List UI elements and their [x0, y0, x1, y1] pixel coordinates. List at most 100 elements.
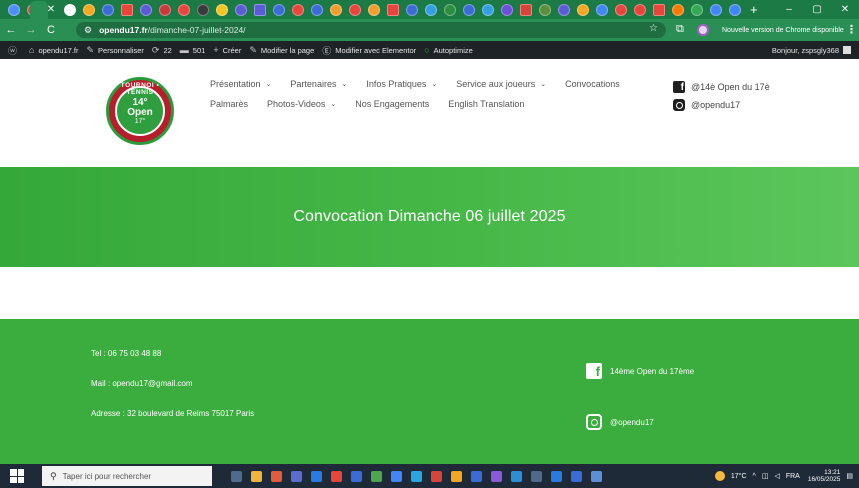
tab-favicon[interactable] [234, 3, 247, 16]
menu-item[interactable]: Nos Engagements [355, 99, 429, 109]
tab-favicon[interactable] [633, 3, 646, 16]
menu-item[interactable]: Infos Pratiques ⌄ [366, 79, 437, 89]
taskbar-app-icon[interactable] [590, 470, 602, 482]
tab-close-icon[interactable]: ✕ [45, 4, 57, 15]
tab-favicon[interactable] [196, 3, 209, 16]
volume-icon[interactable]: ◁ [774, 472, 779, 480]
taskbar-app-icon[interactable] [510, 470, 522, 482]
taskbar-app-icon[interactable] [310, 470, 322, 482]
clock[interactable]: 13:21 16/05/2025 [808, 469, 841, 484]
taskbar-app-icon[interactable] [410, 470, 422, 482]
taskbar-app-icon[interactable] [470, 470, 482, 482]
tab-favicon[interactable] [690, 3, 703, 16]
tab-favicon[interactable] [329, 3, 342, 16]
tab-favicon[interactable] [272, 3, 285, 16]
network-icon[interactable]: ◫ [762, 472, 769, 480]
tab-favicon[interactable] [652, 3, 665, 16]
tab-favicon[interactable] [215, 3, 228, 16]
tab-favicon[interactable] [101, 3, 114, 16]
tab-favicon[interactable] [538, 3, 551, 16]
taskbar-app-icon[interactable] [390, 470, 402, 482]
tab-favicon[interactable] [120, 3, 133, 16]
taskbar-app-icon[interactable] [370, 470, 382, 482]
minimize-button[interactable]: – [775, 4, 803, 15]
taskbar-app-icon[interactable] [430, 470, 442, 482]
menu-item[interactable]: Service aux joueurs ⌄ [456, 79, 546, 89]
admin-bar-item[interactable]: ⌂ opendu17.fr [29, 45, 78, 55]
tab-menu-icon[interactable] [7, 3, 20, 16]
reload-icon[interactable]: C [42, 24, 60, 36]
tab-favicon[interactable] [386, 3, 399, 16]
tab-favicon[interactable] [424, 3, 437, 16]
tab-favicon[interactable] [576, 3, 589, 16]
taskbar-app-icon[interactable] [250, 470, 262, 482]
tab-favicon[interactable] [367, 3, 380, 16]
taskbar-app-icon[interactable] [350, 470, 362, 482]
taskbar-app-icon[interactable] [290, 470, 302, 482]
back-arrow-icon[interactable]: ← [2, 24, 20, 36]
taskbar-app-icon[interactable] [530, 470, 542, 482]
weather-temperature[interactable]: 17°C [731, 473, 747, 480]
admin-account[interactable]: Bonjour, zspsgly368 [772, 41, 851, 59]
tab-favicon[interactable] [405, 3, 418, 16]
maximize-button[interactable]: ▢ [803, 4, 831, 15]
header-facebook-link[interactable]: f @14è Open du 17è [673, 78, 770, 96]
admin-bar-item[interactable]: ▬ 501 [180, 45, 206, 55]
tab-favicon[interactable] [481, 3, 494, 16]
tab-favicon[interactable] [443, 3, 456, 16]
taskbar-app-icon[interactable] [450, 470, 462, 482]
tab-favicon[interactable] [709, 3, 722, 16]
footer-instagram-link[interactable]: @opendu17 [586, 414, 654, 430]
site-info-icon[interactable]: ⚙ [84, 25, 92, 36]
tab-favicon[interactable] [557, 3, 570, 16]
tab-favicon[interactable] [671, 3, 684, 16]
windows-start-icon[interactable] [10, 469, 24, 483]
admin-bar-item[interactable]: ⓦ [8, 44, 21, 57]
menu-item[interactable]: Convocations [565, 79, 620, 89]
tab-favicon[interactable] [728, 3, 741, 16]
admin-bar-item[interactable]: ⟳ 22 [152, 45, 172, 56]
tab-favicon[interactable] [462, 3, 475, 16]
tray-chevron-up-icon[interactable]: ^ [753, 473, 756, 480]
taskbar-app-icon[interactable] [270, 470, 282, 482]
menu-item[interactable]: Présentation ⌄ [210, 79, 271, 89]
header-instagram-link[interactable]: @opendu17 [673, 96, 770, 114]
taskbar-app-icon[interactable] [330, 470, 342, 482]
tab-favicon[interactable] [253, 3, 266, 16]
taskbar-app-icon[interactable] [490, 470, 502, 482]
address-bar[interactable]: ⚙ opendu17.fr /dimanche-07-juillet-2024/… [76, 22, 666, 38]
tab-favicon[interactable] [310, 3, 323, 16]
admin-bar-item[interactable]: + Créer [213, 45, 241, 55]
menu-item[interactable]: Palmarès [210, 99, 248, 109]
tab-favicon[interactable] [348, 3, 361, 16]
tab-favicon[interactable] [158, 3, 171, 16]
footer-facebook-link[interactable]: f 14ème Open du 17ème [586, 363, 694, 379]
taskbar-app-icon[interactable] [550, 470, 562, 482]
forward-arrow-icon[interactable]: → [22, 24, 40, 36]
close-window-button[interactable]: ✕ [831, 4, 859, 15]
admin-bar-item[interactable]: ✎ Modifier la page [249, 45, 314, 56]
tab-favicon[interactable] [500, 3, 513, 16]
tab-favicon[interactable] [519, 3, 532, 16]
menu-item[interactable]: English Translation [448, 99, 524, 109]
tab-favicon[interactable] [63, 3, 76, 16]
profile-avatar-icon[interactable] [697, 24, 709, 36]
new-tab-button[interactable]: + [750, 2, 758, 17]
menu-item[interactable]: Partenaires ⌄ [290, 79, 347, 89]
admin-bar-item[interactable]: ○ Autoptimize [424, 45, 473, 55]
bookmark-star-icon[interactable]: ☆ [649, 23, 658, 34]
menu-item[interactable]: Photos-Videos ⌄ [267, 99, 336, 109]
tab-favicon[interactable] [614, 3, 627, 16]
weather-icon[interactable] [714, 471, 725, 481]
tab-favicon[interactable] [177, 3, 190, 16]
footer-email[interactable]: Mail : opendu17@gmail.com [91, 379, 193, 388]
site-logo[interactable]: TOURNOI • TENNIS 14° Open 17° [106, 77, 174, 145]
tab-favicon[interactable] [139, 3, 152, 16]
taskbar-app-icon[interactable] [570, 470, 582, 482]
extensions-icon[interactable]: ⧉ [676, 23, 684, 36]
notifications-icon[interactable]: ▤ [846, 472, 853, 480]
tab-favicon[interactable] [595, 3, 608, 16]
chrome-update-chip[interactable]: Nouvelle version de Chrome disponible [722, 24, 844, 37]
browser-menu-icon[interactable]: ⋮ [846, 23, 857, 36]
input-language[interactable]: FRA [786, 473, 800, 480]
